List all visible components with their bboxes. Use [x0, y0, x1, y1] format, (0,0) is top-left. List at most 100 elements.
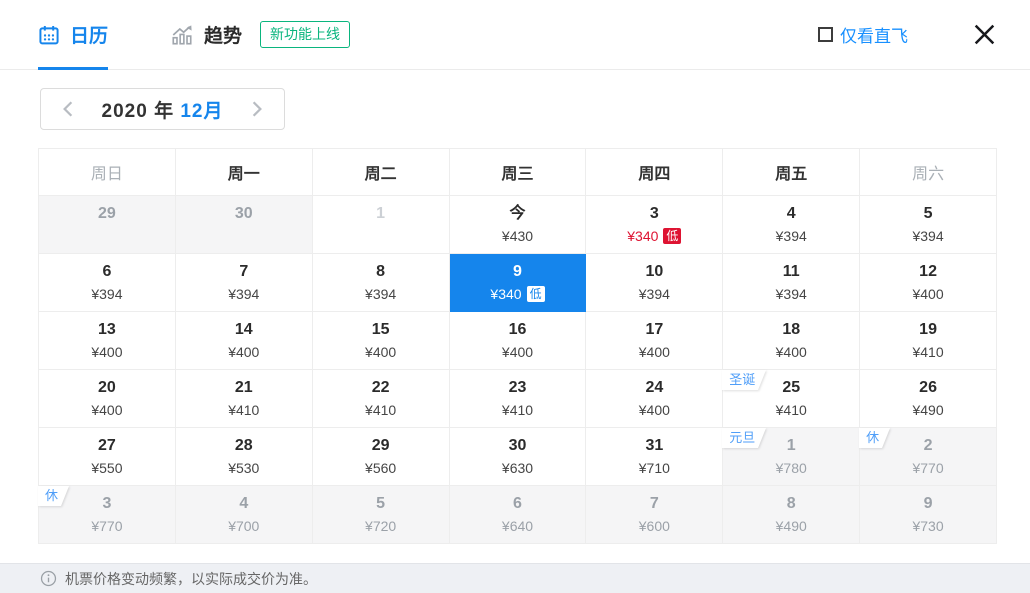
- weekday-header: 周五: [723, 149, 860, 196]
- price-label: ¥394: [313, 284, 449, 304]
- calendar-cell[interactable]: 休3¥770: [39, 486, 176, 544]
- day-number: 9: [860, 493, 996, 515]
- day-number: 8: [723, 493, 859, 515]
- calendar-cell[interactable]: 27¥550: [39, 428, 176, 486]
- day-number: 15: [313, 319, 449, 341]
- calendar-cell[interactable]: 8¥490: [723, 486, 860, 544]
- calendar-cell[interactable]: 今¥430: [450, 196, 587, 254]
- weekday-header: 周一: [176, 149, 313, 196]
- calendar-cell[interactable]: 13¥400: [39, 312, 176, 370]
- price-label: ¥720: [313, 516, 449, 536]
- price-label: ¥770: [39, 516, 175, 536]
- footer-notice-bar: 机票价格变动频繁，以实际成交价为准。: [0, 563, 1030, 593]
- price-label: ¥400: [39, 400, 175, 420]
- year-label: 2020: [102, 101, 148, 122]
- calendar-cell[interactable]: 15¥400: [313, 312, 450, 370]
- price-label: ¥394: [723, 226, 859, 246]
- day-number: 5: [860, 203, 996, 225]
- calendar-cell[interactable]: 19¥410: [860, 312, 997, 370]
- calendar-cell[interactable]: 17¥400: [586, 312, 723, 370]
- calendar-cell[interactable]: 16¥400: [450, 312, 587, 370]
- calendar-cell[interactable]: 14¥400: [176, 312, 313, 370]
- calendar-cell[interactable]: 8¥394: [313, 254, 450, 312]
- calendar-cell[interactable]: 30¥630: [450, 428, 587, 486]
- calendar-cell[interactable]: 圣诞25¥410: [723, 370, 860, 428]
- calendar-cell[interactable]: 7¥600: [586, 486, 723, 544]
- price-label: ¥410: [450, 400, 586, 420]
- month-label: 12月: [180, 101, 223, 122]
- price-label: ¥400: [450, 342, 586, 362]
- calendar-cell[interactable]: 休2¥770: [860, 428, 997, 486]
- price-label: ¥600: [586, 516, 722, 536]
- day-number: 16: [450, 319, 586, 341]
- footer-notice: 机票价格变动频繁，以实际成交价为准。: [65, 569, 317, 589]
- price-label: ¥640: [450, 516, 586, 536]
- calendar-cell[interactable]: 5¥394: [860, 196, 997, 254]
- day-number: 6: [39, 261, 175, 283]
- price-label: ¥340低: [450, 284, 586, 304]
- price-label: ¥780: [723, 458, 859, 478]
- calendar-cell[interactable]: 4¥700: [176, 486, 313, 544]
- day-number: 7: [176, 261, 312, 283]
- day-number: 1: [313, 203, 449, 225]
- price-label: ¥400: [313, 342, 449, 362]
- price-label: ¥630: [450, 458, 586, 478]
- day-number: 30: [176, 203, 312, 225]
- close-icon: [971, 21, 998, 48]
- calendar-cell[interactable]: 11¥394: [723, 254, 860, 312]
- calendar-cell[interactable]: 20¥400: [39, 370, 176, 428]
- price-label: ¥410: [723, 400, 859, 420]
- calendar-cell[interactable]: 30: [176, 196, 313, 254]
- close-button[interactable]: [968, 19, 1000, 51]
- direct-only-toggle[interactable]: 仅看直飞: [818, 22, 908, 47]
- calendar-cell[interactable]: 1: [313, 196, 450, 254]
- price-label: ¥394: [586, 284, 722, 304]
- calendar-cell[interactable]: 5¥720: [313, 486, 450, 544]
- day-number: 9: [450, 261, 586, 283]
- calendar-cell[interactable]: 29: [39, 196, 176, 254]
- calendar-cell[interactable]: 10¥394: [586, 254, 723, 312]
- calendar-cell[interactable]: 4¥394: [723, 196, 860, 254]
- calendar-cell[interactable]: 3¥340低: [586, 196, 723, 254]
- calendar-cell[interactable]: 29¥560: [313, 428, 450, 486]
- day-number: 7: [586, 493, 722, 515]
- direct-only-checkbox[interactable]: [818, 27, 833, 42]
- price-label: ¥700: [176, 516, 312, 536]
- calendar-cell[interactable]: 26¥490: [860, 370, 997, 428]
- day-number: 14: [176, 319, 312, 341]
- calendar-cell[interactable]: 12¥400: [860, 254, 997, 312]
- year-unit-label: 年: [154, 101, 174, 122]
- trend-chart-icon: [170, 24, 194, 46]
- price-label: ¥394: [176, 284, 312, 304]
- weekday-header: 周二: [313, 149, 450, 196]
- low-price-badge: 低: [663, 228, 681, 244]
- calendar-cell[interactable]: 元旦1¥780: [723, 428, 860, 486]
- calendar-cell[interactable]: 18¥400: [723, 312, 860, 370]
- calendar-cell[interactable]: 6¥640: [450, 486, 587, 544]
- calendar-cell[interactable]: 9¥730: [860, 486, 997, 544]
- day-number: 6: [450, 493, 586, 515]
- calendar-cell[interactable]: 24¥400: [586, 370, 723, 428]
- price-label: ¥530: [176, 458, 312, 478]
- tab-calendar[interactable]: 日历: [38, 0, 108, 70]
- weekday-header: 周三: [450, 149, 587, 196]
- day-number: 8: [313, 261, 449, 283]
- price-label: ¥430: [450, 226, 586, 246]
- day-number: 26: [860, 377, 996, 399]
- next-month-button[interactable]: [244, 96, 270, 122]
- calendar-cell[interactable]: 31¥710: [586, 428, 723, 486]
- tab-trend[interactable]: 趋势: [170, 0, 242, 70]
- price-label: ¥400: [39, 342, 175, 362]
- price-label: ¥710: [586, 458, 722, 478]
- day-number: 24: [586, 377, 722, 399]
- calendar-cell[interactable]: 28¥530: [176, 428, 313, 486]
- price-label: ¥394: [39, 284, 175, 304]
- calendar-cell[interactable]: 6¥394: [39, 254, 176, 312]
- day-number: 30: [450, 435, 586, 457]
- calendar-cell[interactable]: 21¥410: [176, 370, 313, 428]
- calendar-cell[interactable]: 23¥410: [450, 370, 587, 428]
- prev-month-button[interactable]: [55, 96, 81, 122]
- calendar-cell[interactable]: 22¥410: [313, 370, 450, 428]
- calendar-cell[interactable]: 9¥340低: [450, 254, 587, 312]
- calendar-cell[interactable]: 7¥394: [176, 254, 313, 312]
